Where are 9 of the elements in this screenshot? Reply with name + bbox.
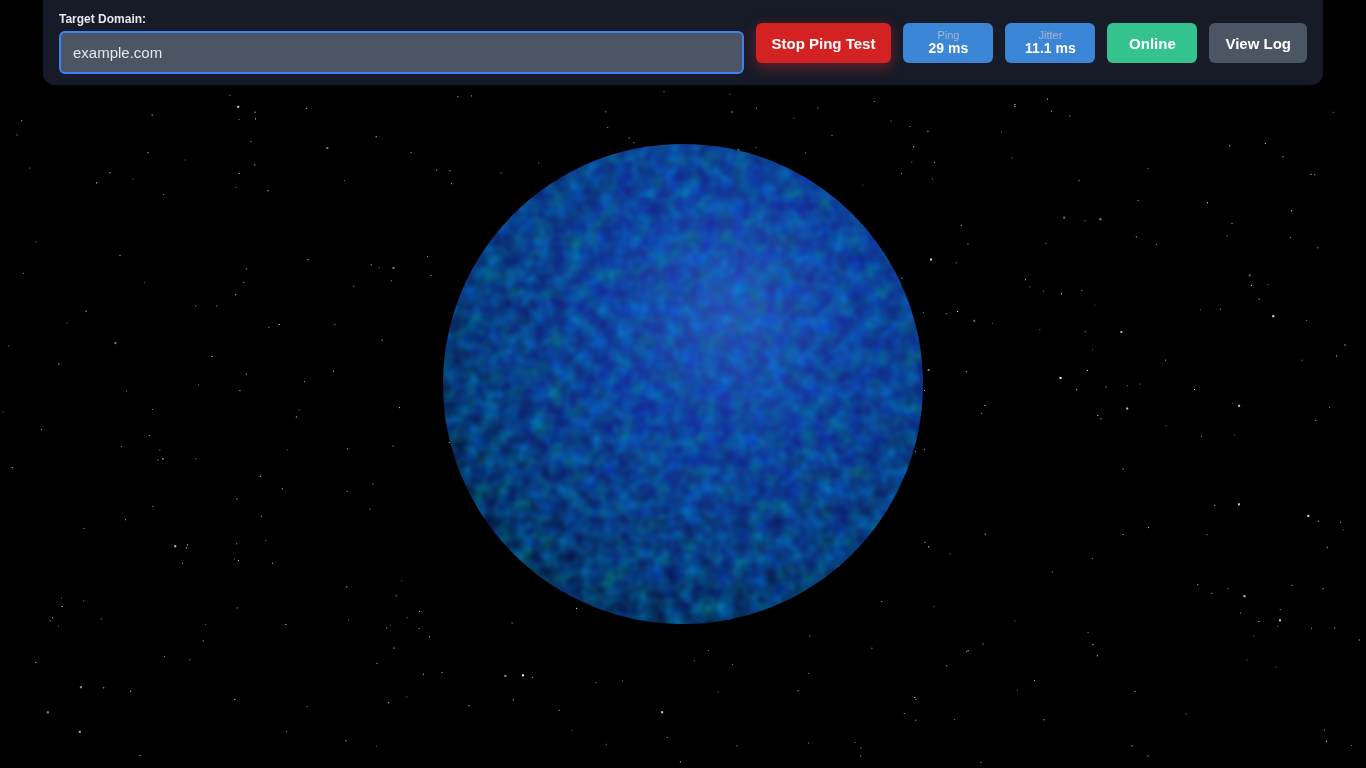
status-text: Online xyxy=(1129,34,1176,52)
stop-button[interactable]: Stop Ping Test xyxy=(755,23,892,63)
metric-label: Ping xyxy=(937,30,960,41)
metric-value: 11.1 ms xyxy=(1025,41,1076,56)
metric-label: Jitter xyxy=(1038,30,1063,41)
metric-value: 29 ms xyxy=(928,41,969,56)
domain-input[interactable]: example.com xyxy=(59,31,744,74)
log-button[interactable]: View Log xyxy=(1209,23,1307,63)
field-label: Target Domain: xyxy=(59,12,148,26)
